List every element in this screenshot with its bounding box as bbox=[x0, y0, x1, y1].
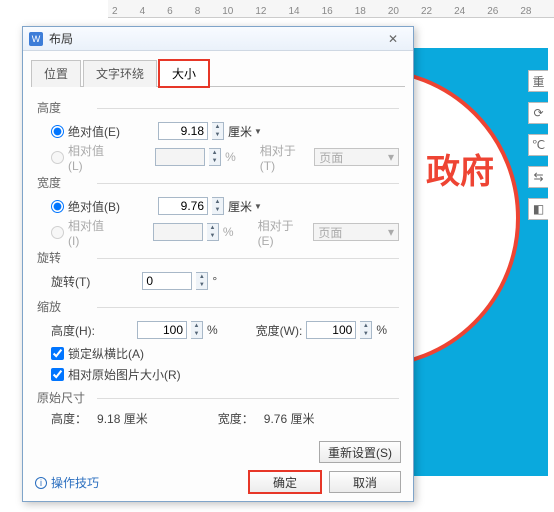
width-abs-spin[interactable]: ▲▼ bbox=[212, 197, 224, 215]
dialog-title: 布局 bbox=[49, 30, 73, 47]
side-tool[interactable]: ℃ bbox=[528, 134, 548, 156]
side-tool[interactable]: ⟳ bbox=[528, 102, 548, 124]
ruler-horizontal: 246810121416182022242628 bbox=[108, 0, 554, 18]
width-unit[interactable]: 厘米▼ bbox=[228, 198, 262, 215]
relative-original-checkbox[interactable]: 相对原始图片大小(R) bbox=[51, 366, 181, 383]
side-tool[interactable]: ◧ bbox=[528, 198, 548, 220]
close-icon[interactable]: ✕ bbox=[379, 32, 407, 46]
lock-aspect-checkbox[interactable]: 锁定纵横比(A) bbox=[51, 345, 144, 362]
scale-h-label: 高度(H): bbox=[51, 322, 95, 339]
cancel-button[interactable]: 取消 bbox=[329, 471, 401, 493]
width-rel-radio: 相对值(I) bbox=[51, 217, 115, 248]
group-width: 宽度 bbox=[37, 174, 399, 191]
side-toolbar: 重 ⟳ ℃ ⇆ ◧ bbox=[528, 70, 548, 220]
orig-h-val: 9.18 厘米 bbox=[97, 412, 148, 426]
chevron-down-icon: ▾ bbox=[388, 150, 394, 164]
width-rel-spin: ▲▼ bbox=[207, 223, 219, 241]
stamp-text: 政府 bbox=[426, 144, 494, 193]
tips-link[interactable]: i 操作技巧 bbox=[35, 474, 99, 491]
rotate-input[interactable] bbox=[142, 272, 192, 290]
chevron-down-icon: ▾ bbox=[388, 225, 394, 239]
scale-w-input[interactable] bbox=[306, 321, 356, 339]
rotate-spin[interactable]: ▲▼ bbox=[196, 272, 208, 290]
height-unit[interactable]: 厘米▼ bbox=[228, 123, 262, 140]
titlebar[interactable]: W 布局 ✕ bbox=[23, 27, 413, 51]
height-relto-label: 相对于(T) bbox=[260, 142, 310, 173]
layout-dialog: W 布局 ✕ 位置 文字环绕 大小 高度 绝对值(E) ▲▼ 厘米▼ 相对值(L… bbox=[22, 26, 414, 502]
width-relto-label: 相对于(E) bbox=[258, 217, 310, 248]
group-height: 高度 bbox=[37, 99, 399, 116]
width-rel-input bbox=[153, 223, 203, 241]
width-relto-select: 页面▾ bbox=[313, 223, 399, 241]
reset-button[interactable]: 重新设置(S) bbox=[319, 441, 401, 463]
chevron-down-icon: ▼ bbox=[254, 202, 262, 211]
rotate-label: 旋转(T) bbox=[51, 273, 90, 290]
height-abs-spin[interactable]: ▲▼ bbox=[212, 122, 224, 140]
group-original: 原始尺寸 bbox=[37, 389, 399, 406]
height-abs-input[interactable] bbox=[158, 122, 208, 140]
orig-w-val: 9.76 厘米 bbox=[264, 412, 315, 426]
tabs: 位置 文字环绕 大小 bbox=[31, 59, 405, 87]
side-tool[interactable]: ⇆ bbox=[528, 166, 548, 188]
group-rotate: 旋转 bbox=[37, 249, 399, 266]
tab-wrap[interactable]: 文字环绕 bbox=[83, 60, 157, 87]
width-abs-radio[interactable]: 绝对值(B) bbox=[51, 198, 120, 215]
width-abs-input[interactable] bbox=[158, 197, 208, 215]
height-rel-radio: 相对值(L) bbox=[51, 142, 118, 173]
height-abs-radio[interactable]: 绝对值(E) bbox=[51, 123, 120, 140]
chevron-down-icon: ▼ bbox=[254, 127, 262, 136]
info-icon: i bbox=[35, 477, 47, 489]
scale-h-input[interactable] bbox=[137, 321, 187, 339]
app-icon: W bbox=[29, 32, 43, 46]
scale-w-label: 宽度(W): bbox=[256, 322, 303, 339]
side-tool[interactable]: 重 bbox=[528, 70, 548, 92]
height-rel-spin: ▲▼ bbox=[209, 148, 221, 166]
scale-w-spin[interactable]: ▲▼ bbox=[360, 321, 372, 339]
tab-size[interactable]: 大小 bbox=[159, 60, 209, 87]
ok-button[interactable]: 确定 bbox=[249, 471, 321, 493]
scale-h-spin[interactable]: ▲▼ bbox=[191, 321, 203, 339]
tab-position[interactable]: 位置 bbox=[31, 60, 81, 87]
group-scale: 缩放 bbox=[37, 298, 399, 315]
height-rel-input bbox=[155, 148, 205, 166]
height-relto-select: 页面▾ bbox=[314, 148, 399, 166]
